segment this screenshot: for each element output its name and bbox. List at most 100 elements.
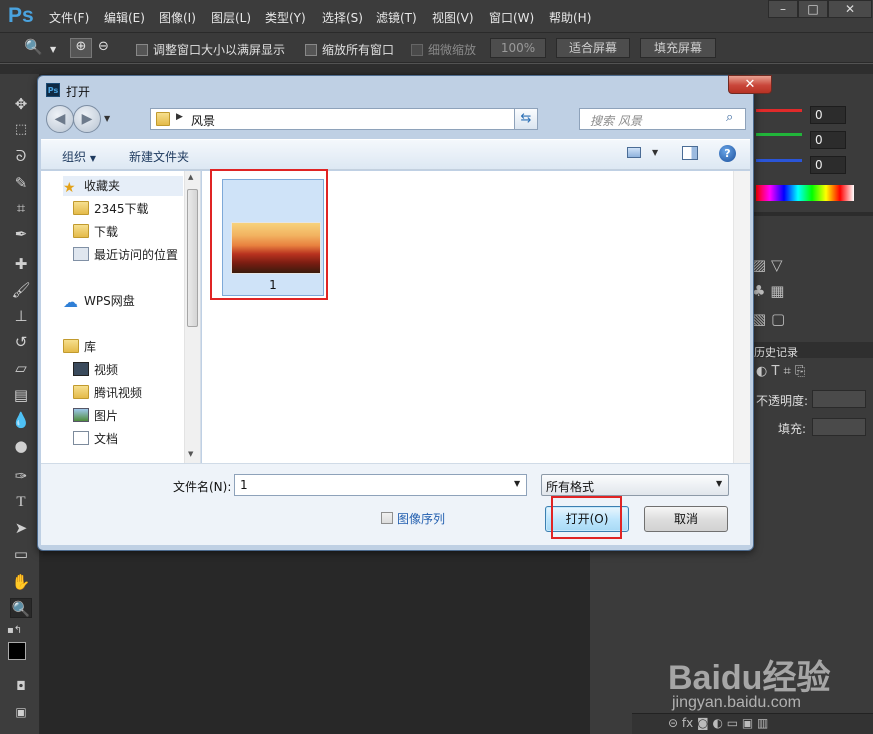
nav-documents[interactable]: 文档: [73, 429, 118, 449]
zoom-in-icon[interactable]: ⊕: [70, 38, 92, 58]
color-spectrum-bar[interactable]: [756, 185, 854, 201]
red-slider-track[interactable]: [756, 109, 802, 112]
eyedropper-tool-icon[interactable]: ✒: [10, 224, 32, 244]
search-box[interactable]: 搜索 风景 ⌕: [579, 108, 746, 130]
scroll-down-icon[interactable]: ▼: [188, 450, 193, 458]
nav-2345-downloads[interactable]: 2345下载: [73, 199, 149, 219]
red-value-input[interactable]: 0: [810, 106, 846, 124]
menu-file[interactable]: 文件(F): [49, 9, 89, 26]
scrubby-zoom-option[interactable]: 细微缩放: [411, 41, 476, 58]
history-tab[interactable]: 历史记录: [754, 344, 798, 360]
nav-tencent-video[interactable]: 腾讯视频: [73, 383, 142, 403]
zoom-all-windows-option[interactable]: 缩放所有窗口: [305, 41, 394, 58]
zoom-all-checkbox[interactable]: [305, 44, 317, 56]
filetype-dropdown-icon[interactable]: ▼: [716, 479, 722, 488]
gradient-tool-icon[interactable]: ▤: [10, 385, 32, 405]
search-icon[interactable]: ⌕: [726, 110, 733, 125]
back-icon[interactable]: ◀: [46, 105, 74, 133]
tool-preset-dropdown-icon[interactable]: ▼: [50, 45, 56, 54]
nav-scrollbar[interactable]: ▲ ▼: [184, 171, 200, 463]
dodge-tool-icon[interactable]: ●: [10, 436, 32, 456]
file-pane-scrollbar[interactable]: [733, 171, 750, 463]
layer-filter-icons[interactable]: ◐ T ⌗ ⎘: [756, 364, 805, 379]
move-tool-icon[interactable]: ✥: [10, 94, 32, 114]
default-colors-icon[interactable]: ▪↰: [7, 625, 22, 636]
resize-window-checkbox[interactable]: [136, 44, 148, 56]
image-sequence-label[interactable]: 图像序列: [397, 510, 445, 527]
quick-mask-icon[interactable]: ◘: [10, 676, 32, 696]
nav-pictures[interactable]: 图片: [73, 406, 118, 426]
crop-tool-icon[interactable]: ⌗: [10, 198, 32, 218]
healing-brush-tool-icon[interactable]: ✚: [10, 254, 32, 274]
nav-videos[interactable]: 视频: [73, 360, 118, 380]
scroll-up-icon[interactable]: ▲: [188, 173, 193, 181]
address-bar[interactable]: ▶ 风景 ▼: [150, 108, 534, 130]
clone-stamp-tool-icon[interactable]: ⊥: [10, 306, 32, 326]
menu-select[interactable]: 选择(S): [322, 9, 363, 26]
nav-downloads[interactable]: 下载: [73, 222, 118, 242]
menu-window[interactable]: 窗口(W): [489, 9, 534, 26]
adjustment-icons-row-3[interactable]: ▧ ▢: [752, 310, 785, 328]
fill-dropdown[interactable]: [812, 418, 866, 436]
nav-library[interactable]: 库: [63, 337, 96, 357]
hand-tool-icon[interactable]: ✋: [10, 572, 32, 592]
marquee-tool-icon[interactable]: ⬚: [10, 120, 32, 140]
menu-help[interactable]: 帮助(H): [549, 9, 591, 26]
help-icon[interactable]: ?: [719, 145, 736, 162]
cancel-button[interactable]: 取消: [644, 506, 728, 532]
quick-select-tool-icon[interactable]: ✎: [10, 173, 32, 193]
view-options-icon[interactable]: [627, 147, 641, 158]
blue-slider-track[interactable]: [756, 159, 802, 162]
view-dropdown-icon[interactable]: ▼: [652, 148, 658, 157]
nav-favorites[interactable]: ★ 收藏夹: [63, 176, 183, 196]
blur-tool-icon[interactable]: 💧: [10, 410, 32, 430]
scrubby-zoom-checkbox[interactable]: [411, 44, 423, 56]
refresh-icon[interactable]: ⇆: [514, 108, 538, 130]
rectangle-tool-icon[interactable]: ▭: [10, 544, 32, 564]
menu-image[interactable]: 图像(I): [159, 9, 196, 26]
zoom-tool-icon[interactable]: 🔍: [24, 38, 43, 56]
organize-button[interactable]: 组织 ▼: [62, 148, 96, 165]
percent-100-button[interactable]: 100%: [490, 38, 546, 58]
filetype-select[interactable]: 所有格式 ▼: [541, 474, 729, 496]
menu-layer[interactable]: 图层(L): [211, 9, 251, 26]
adjustment-icons-row-1[interactable]: ▨ ▽: [752, 256, 782, 274]
nav-recent-places[interactable]: 最近访问的位置: [73, 245, 178, 265]
breadcrumb-arrow-icon[interactable]: ▶: [176, 112, 183, 122]
foreground-color-swatch[interactable]: [8, 642, 26, 660]
address-path[interactable]: 风景: [191, 112, 215, 129]
menu-view[interactable]: 视图(V): [432, 9, 474, 26]
green-slider-track[interactable]: [756, 133, 802, 136]
new-folder-button[interactable]: 新建文件夹: [129, 148, 189, 165]
image-sequence-checkbox[interactable]: [381, 512, 393, 524]
history-dropdown-icon[interactable]: ▼: [104, 114, 110, 123]
path-selection-tool-icon[interactable]: ➤: [10, 518, 32, 538]
screen-mode-icon[interactable]: ▣: [10, 702, 32, 722]
adjustment-icons-row-2[interactable]: ♣ ▦: [752, 282, 784, 300]
opacity-dropdown[interactable]: [812, 390, 866, 408]
zoom-out-icon[interactable]: ⊖: [98, 39, 109, 54]
menu-edit[interactable]: 编辑(E): [104, 9, 145, 26]
lasso-tool-icon[interactable]: ᘐ: [10, 146, 32, 166]
green-value-input[interactable]: 0: [810, 131, 846, 149]
blue-value-input[interactable]: 0: [810, 156, 846, 174]
resize-window-option[interactable]: 调整窗口大小以满屏显示: [136, 41, 285, 58]
fill-screen-button[interactable]: 填充屏幕: [640, 38, 716, 58]
zoom-tool-sidebar-icon[interactable]: 🔍: [10, 598, 32, 618]
filename-input[interactable]: 1 ▼: [234, 474, 527, 496]
forward-icon[interactable]: ▶: [73, 105, 101, 133]
dialog-close-button[interactable]: ✕: [728, 75, 772, 94]
fit-screen-button[interactable]: 适合屏幕: [556, 38, 630, 58]
nav-wps-cloud[interactable]: ☁ WPS网盘: [63, 291, 135, 311]
eraser-tool-icon[interactable]: ▱: [10, 358, 32, 378]
history-brush-tool-icon[interactable]: ↺: [10, 332, 32, 352]
filename-dropdown-icon[interactable]: ▼: [514, 479, 520, 488]
brush-tool-icon[interactable]: 🖌: [10, 280, 32, 300]
menu-filter[interactable]: 滤镜(T): [376, 9, 417, 26]
maximize-button[interactable]: □: [798, 0, 828, 18]
type-tool-icon[interactable]: T: [10, 492, 32, 512]
minimize-button[interactable]: –: [768, 0, 798, 18]
menu-type[interactable]: 类型(Y): [265, 9, 306, 26]
pen-tool-icon[interactable]: ✑: [10, 466, 32, 486]
scroll-thumb[interactable]: [187, 189, 198, 327]
